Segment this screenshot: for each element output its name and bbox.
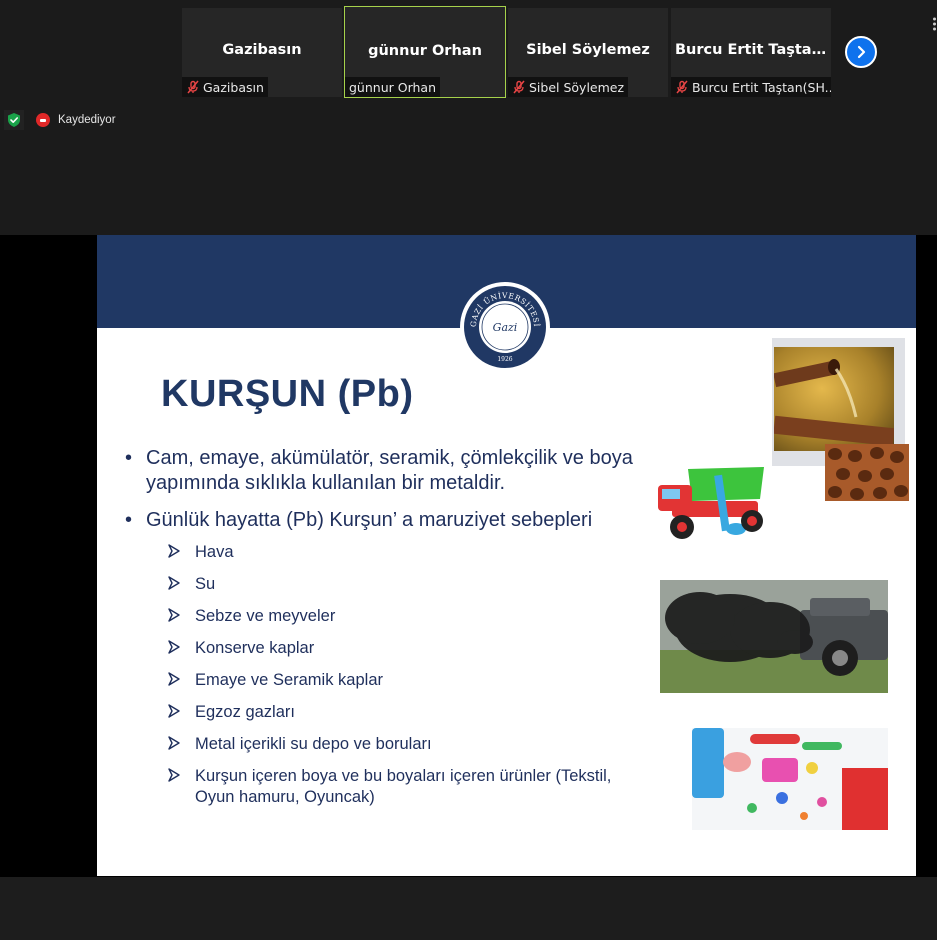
sub-item-text: Egzoz gazları xyxy=(195,703,295,721)
play-dough-image xyxy=(692,728,888,830)
logo-year: 1926 xyxy=(497,356,512,363)
arrow-bullet-icon xyxy=(168,736,180,750)
arrow-bullet-icon xyxy=(168,544,180,558)
sub-item: Egzoz gazları xyxy=(167,702,647,723)
sub-item: Su xyxy=(167,574,647,595)
participant-tile-active[interactable]: günnur Orhan günnur Orhan xyxy=(344,6,506,98)
shield-check-icon[interactable] xyxy=(4,110,24,130)
participant-tile[interactable]: Burcu Ertit Taşta... Burcu Ertit Taştan(… xyxy=(671,8,831,97)
sub-item-text: Sebze ve meyveler xyxy=(195,607,336,625)
exhaust-smoke-image xyxy=(660,580,888,693)
arrow-bullet-icon xyxy=(168,576,180,590)
participant-label: Gazibasın xyxy=(182,77,268,97)
bullet-text: Cam, emaye, akümülatör, seramik, çömlekç… xyxy=(146,447,633,494)
arrow-bullet-icon xyxy=(168,704,180,718)
sub-item-text: Su xyxy=(195,575,216,593)
sub-item-text: Kurşun içeren boya ve bu boyaları içeren… xyxy=(195,767,612,806)
arrow-bullet-icon xyxy=(168,672,180,686)
presentation-slide: GAZİ ÜNİVERSİTESİ Gazi 1926 KURŞUN (Pb) … xyxy=(97,235,916,876)
toy-truck-image xyxy=(652,457,772,545)
mic-muted-icon xyxy=(187,80,199,94)
water-pipe-image xyxy=(774,347,894,451)
sub-item-text: Metal içerikli su depo ve boruları xyxy=(195,735,432,753)
participant-label-text: Gazibasın xyxy=(203,79,264,95)
recording-indicator[interactable]: Kaydediyor xyxy=(36,110,116,130)
sub-item-text: Emaye ve Seramik kaplar xyxy=(195,671,383,689)
arrow-bullet-icon xyxy=(168,768,180,782)
bullet-text: Günlük hayatta (Pb) Kurşun’ a maruziyet … xyxy=(146,509,593,531)
logo-signature: Gazi xyxy=(493,321,518,334)
participant-name: Gazibasın xyxy=(222,42,302,58)
participant-strip: Gazibasın Gazibasın günnur Orhan günnur … xyxy=(0,0,937,235)
mic-muted-icon xyxy=(676,80,688,94)
bullet-marker: • xyxy=(125,509,133,531)
participant-label-text: Burcu Ertit Taştan(SH... xyxy=(692,79,831,95)
sub-item: Metal içerikli su depo ve boruları xyxy=(167,734,647,755)
sub-item: Sebze ve meyveler xyxy=(167,606,647,627)
sub-item-text: Konserve kaplar xyxy=(195,639,315,657)
participant-tile[interactable]: Sibel Söylemez Sibel Söylemez xyxy=(508,8,668,97)
bullet-marker: • xyxy=(125,447,133,469)
participant-label-text: günnur Orhan xyxy=(349,79,436,95)
participant-name: Burcu Ertit Taşta... xyxy=(675,42,829,58)
more-vertical-icon[interactable] xyxy=(932,16,937,32)
sub-item: Emaye ve Seramik kaplar xyxy=(167,670,647,691)
chevron-right-icon xyxy=(857,45,866,59)
arrow-bullet-icon xyxy=(168,608,180,622)
slide-title: KURŞUN (Pb) xyxy=(161,373,414,415)
record-icon xyxy=(36,113,50,127)
bottom-bar xyxy=(0,877,937,940)
participant-label-text: Sibel Söylemez xyxy=(529,79,625,95)
participant-name: günnur Orhan xyxy=(368,43,482,59)
arrow-bullet-icon xyxy=(168,640,180,654)
next-page-button[interactable] xyxy=(845,36,877,68)
clay-pipes-image xyxy=(825,444,909,501)
slide-bullet: • Günlük hayatta (Pb) Kurşun’ a maruziye… xyxy=(125,508,645,533)
participant-label: günnur Orhan xyxy=(345,77,440,97)
participant-label: Burcu Ertit Taştan(SH... xyxy=(671,77,831,97)
recording-label: Kaydediyor xyxy=(58,114,116,126)
slide-bullet: • Cam, emaye, akümülatör, seramik, çömle… xyxy=(125,446,645,496)
sub-item-text: Hava xyxy=(195,543,234,561)
sub-item: Hava xyxy=(167,542,647,563)
university-logo: GAZİ ÜNİVERSİTESİ Gazi 1926 xyxy=(460,282,550,372)
sub-item: Konserve kaplar xyxy=(167,638,647,659)
participant-label: Sibel Söylemez xyxy=(508,77,629,97)
mic-muted-icon xyxy=(513,80,525,94)
participant-name: Sibel Söylemez xyxy=(526,42,650,58)
participant-tile[interactable]: Gazibasın Gazibasın xyxy=(182,8,342,97)
sub-item: Kurşun içeren boya ve bu boyaları içeren… xyxy=(167,766,647,808)
